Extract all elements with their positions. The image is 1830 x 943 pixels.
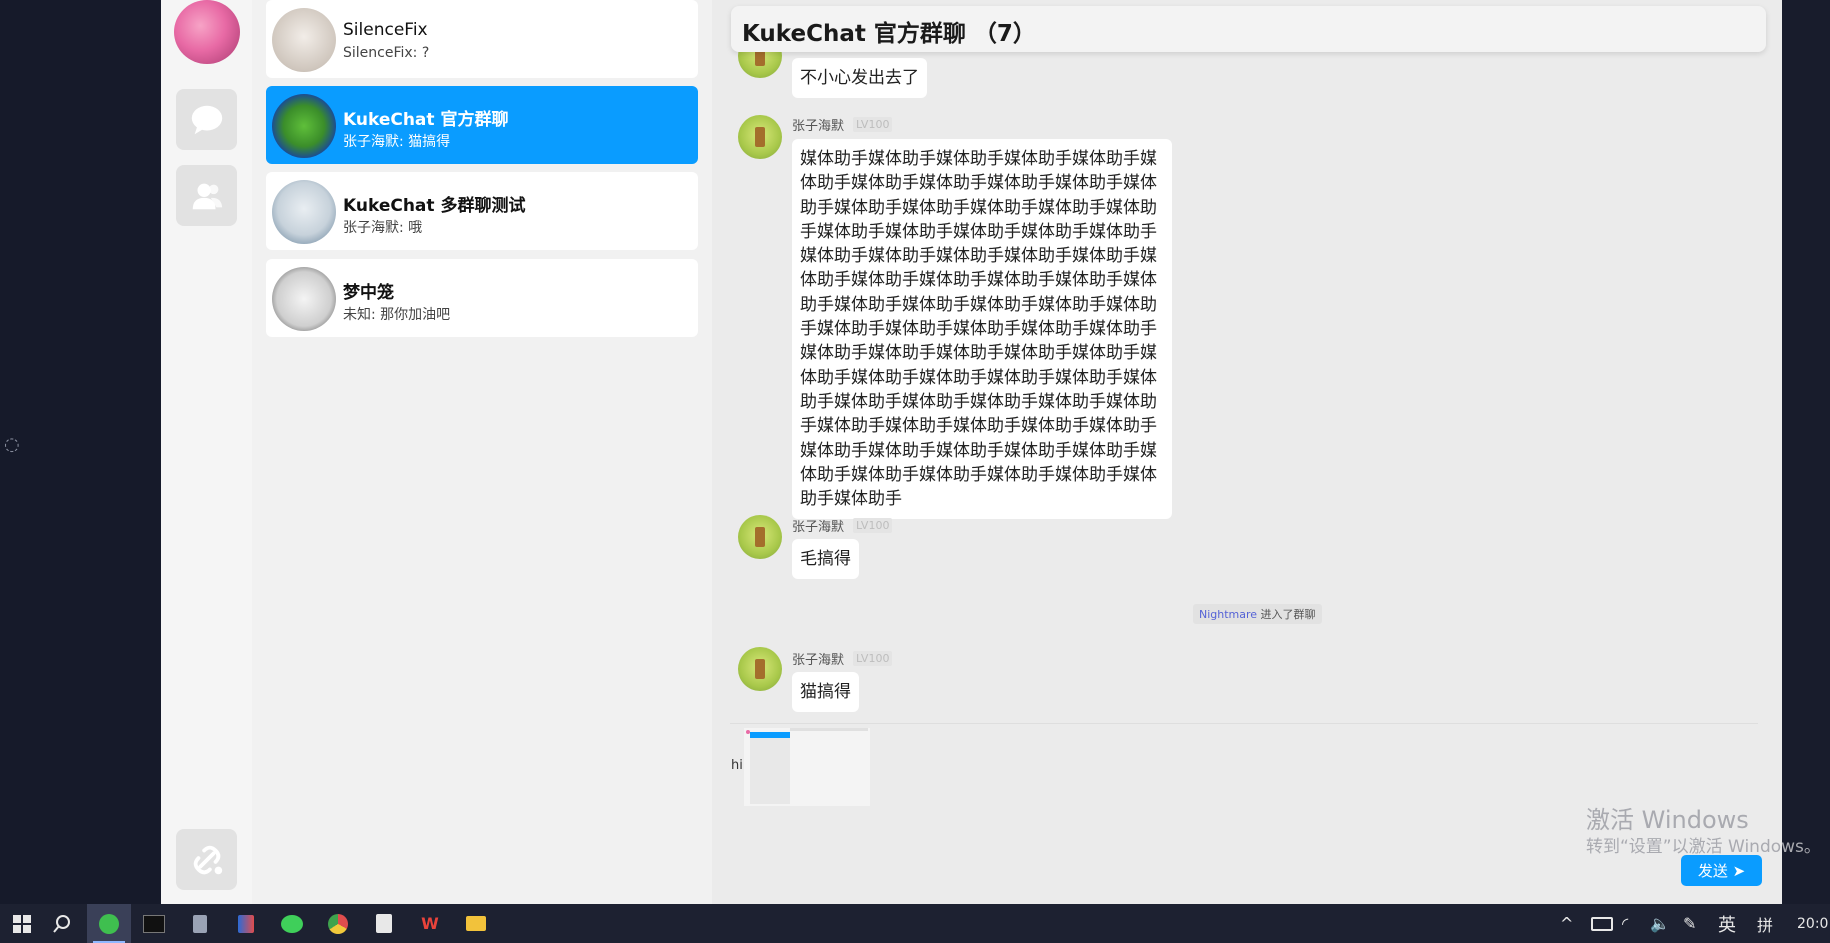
avatar xyxy=(272,8,336,72)
wps-icon: W xyxy=(421,914,439,933)
system-notice: Nightmare 进入了群聊 xyxy=(1193,604,1322,624)
avatar xyxy=(272,267,336,331)
contacts-icon xyxy=(192,183,222,209)
avatar xyxy=(272,94,336,158)
wechat-icon xyxy=(281,914,303,933)
conversation-last-message: 未知: 那你加油吧 xyxy=(343,307,451,323)
app-tool-icon xyxy=(238,914,254,933)
chat-bubble-icon xyxy=(191,105,222,134)
activation-watermark-title: 激活 Windows xyxy=(1586,806,1749,834)
avatar xyxy=(272,180,336,244)
document-icon xyxy=(376,914,392,933)
speaker-icon: 🔈 xyxy=(1650,914,1670,933)
sender-avatar[interactable] xyxy=(738,115,782,159)
system-notice-text: 进入了群聊 xyxy=(1257,608,1316,621)
desktop-background-right xyxy=(1782,0,1830,904)
sender-name: 张子海默 xyxy=(792,653,845,668)
battery-icon xyxy=(1591,916,1613,931)
terminal-icon xyxy=(143,914,165,933)
tray-expand[interactable]: ^ xyxy=(1560,904,1573,943)
message-input[interactable]: hi xyxy=(731,758,743,773)
chats-nav-button[interactable] xyxy=(176,89,237,150)
windows-logo-icon xyxy=(13,914,31,933)
pen-icon: ✎ xyxy=(1683,914,1697,933)
message-bubble: 媒体助手媒体助手媒体助手媒体助手媒体助手媒体助手媒体助手媒体助手媒体助手媒体助手… xyxy=(792,139,1172,520)
my-avatar[interactable] xyxy=(174,0,240,64)
activation-watermark-subtitle: 转到“设置”以激活 Windows。 xyxy=(1586,837,1821,857)
system-notice-user[interactable]: Nightmare xyxy=(1199,608,1257,621)
loading-spinner-icon: ◌ xyxy=(4,434,20,455)
send-button[interactable]: 发送 ➤ xyxy=(1681,855,1762,886)
sender-name: 张子海默 xyxy=(792,520,845,535)
desktop-background xyxy=(0,0,161,904)
tray-network[interactable]: ◜ xyxy=(1622,904,1628,943)
level-badge: LV100 xyxy=(853,518,893,533)
ime-language[interactable]: 英 xyxy=(1718,904,1736,943)
level-badge: LV100 xyxy=(853,651,893,666)
search-button[interactable] xyxy=(40,904,84,943)
taskbar-app-notepad[interactable] xyxy=(362,904,406,943)
search-icon xyxy=(53,914,70,933)
chrome-icon xyxy=(328,913,348,934)
conversation-item-kukechat-multi[interactable]: KukeChat 多群聊测试 张子海默: 哦 xyxy=(266,172,698,250)
message-bubble: 不小心发出去了 xyxy=(792,58,927,98)
tray-pen[interactable]: ✎ xyxy=(1683,904,1696,943)
conversation-item-mengzhonglong[interactable]: 梦中笼 未知: 那你加油吧 xyxy=(266,259,698,337)
taskbar-app-calculator[interactable] xyxy=(178,904,222,943)
taskbar-app-wps[interactable]: W xyxy=(408,904,452,943)
conversation-name: KukeChat 官方群聊 xyxy=(343,110,509,130)
folder-icon xyxy=(466,916,486,931)
level-badge: LV100 xyxy=(853,117,893,132)
message-bubble: 毛搞得 xyxy=(792,539,859,579)
input-divider xyxy=(730,723,1758,724)
browser-icon xyxy=(99,913,119,934)
conversation-last-message: 张子海默: 猫搞得 xyxy=(343,134,451,150)
taskbar-app-terminal[interactable] xyxy=(132,904,176,943)
tray-battery[interactable] xyxy=(1591,904,1613,943)
taskbar-app-tool[interactable] xyxy=(224,904,268,943)
link-nav-button[interactable] xyxy=(176,829,237,890)
message-bubble: 猫搞得 xyxy=(792,672,859,712)
pasted-screenshot-thumbnail[interactable] xyxy=(744,728,870,806)
start-button[interactable] xyxy=(0,904,44,943)
taskbar-app-explorer[interactable] xyxy=(454,904,498,943)
ime-mode[interactable]: 拼 xyxy=(1757,904,1773,943)
taskbar-app-wechat[interactable] xyxy=(270,904,314,943)
sender-name: 张子海默 xyxy=(792,119,845,134)
link-icon xyxy=(193,845,222,874)
sender-avatar[interactable] xyxy=(738,647,782,691)
conversation-item-kukechat-official[interactable]: KukeChat 官方群聊 张子海默: 猫搞得 xyxy=(266,86,698,164)
conversation-last-message: 张子海默: 哦 xyxy=(343,220,423,236)
conversation-name: KukeChat 多群聊测试 xyxy=(343,196,526,216)
sender-avatar[interactable] xyxy=(738,515,782,559)
conversation-last-message: SilenceFix: ? xyxy=(343,45,430,61)
taskbar-app-chrome[interactable] xyxy=(316,904,360,943)
chevron-up-icon: ^ xyxy=(1560,914,1574,933)
taskbar-app-browser[interactable] xyxy=(87,904,131,943)
contacts-nav-button[interactable] xyxy=(176,165,237,226)
chat-title: KukeChat 官方群聊 （7） xyxy=(742,21,1036,47)
conversation-name: SilenceFix xyxy=(343,20,428,40)
tray-volume[interactable]: 🔈 xyxy=(1650,904,1670,943)
conversation-name: 梦中笼 xyxy=(343,283,394,303)
clock[interactable]: 20:0 xyxy=(1797,904,1828,943)
calculator-icon xyxy=(193,914,207,933)
wifi-icon: ◜ xyxy=(1622,914,1629,933)
conversation-item-silencefix[interactable]: SilenceFix SilenceFix: ? xyxy=(266,0,698,78)
